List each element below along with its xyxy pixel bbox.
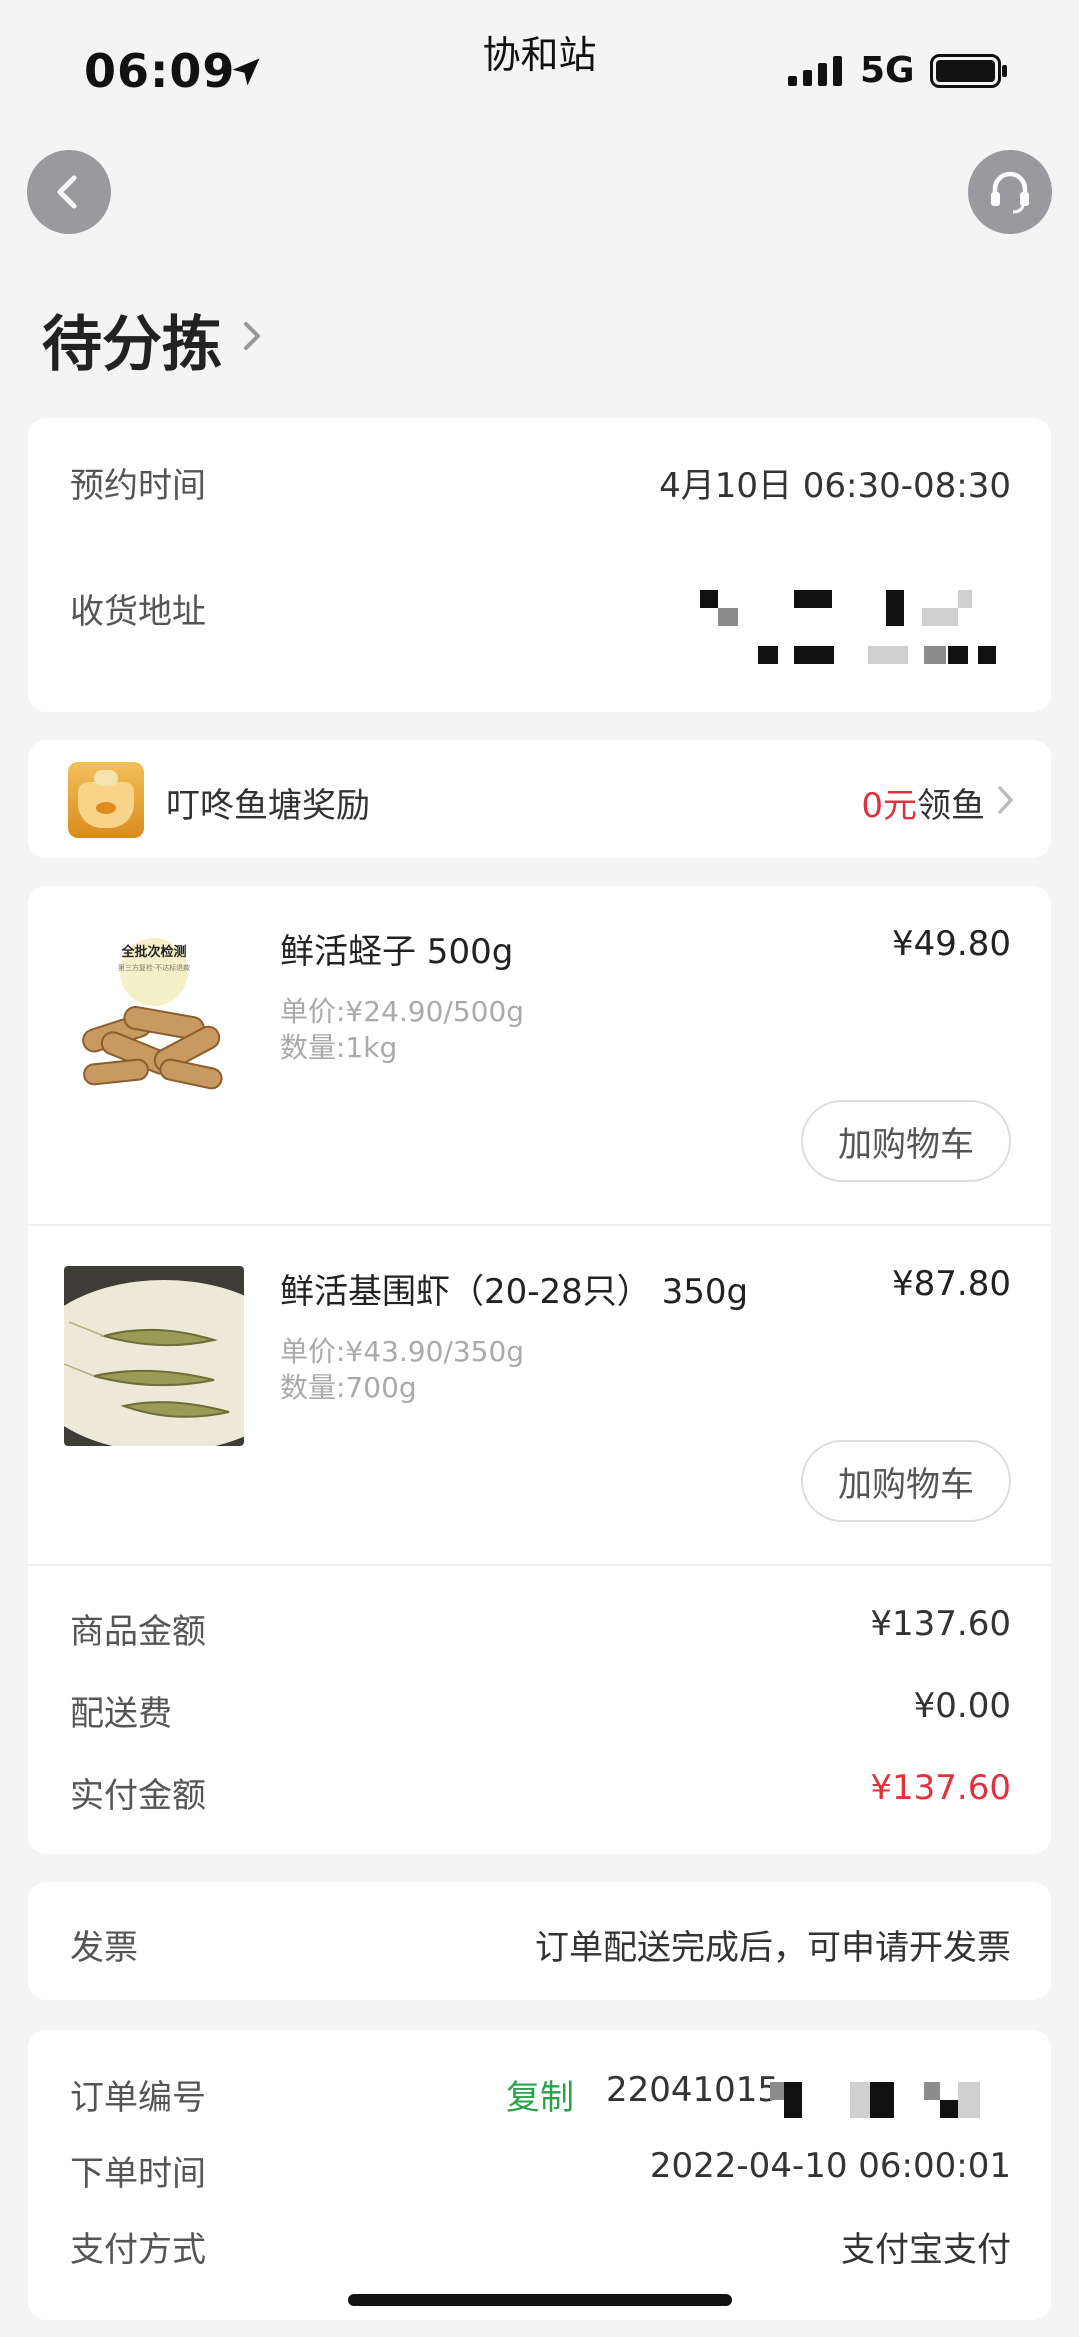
reward-action-label: 领鱼 <box>917 786 985 826</box>
divider <box>28 1564 1051 1566</box>
delivery-time-value: 4月10日 06:30-08:30 <box>659 466 1011 506</box>
product-price: ¥87.80 <box>892 1264 1011 1304</box>
product-unit-price: 单价:¥24.90/500g <box>280 995 525 1028</box>
order-number-label: 订单编号 <box>70 2078 206 2118</box>
copy-button[interactable]: 复制 <box>506 2070 574 2119</box>
paid-amount-label: 实付金额 <box>70 1776 206 1816</box>
reward-action[interactable]: 0元领鱼 <box>861 778 985 827</box>
product-quantity: 数量:1kg <box>280 1031 398 1064</box>
back-button[interactable] <box>27 150 111 234</box>
shipping-fee-value: ¥0.00 <box>913 1686 1011 1726</box>
product-name[interactable]: 鲜活蛏子 500g <box>280 924 513 973</box>
fish-pond-reward-icon <box>68 762 144 838</box>
product-item: 全批次检测 第三方复检·不达标退款 鲜活蛏子 500g ¥49.80 单价:¥2… <box>28 886 1051 1224</box>
chevron-right-icon[interactable] <box>240 316 264 356</box>
product-name[interactable]: 鲜活基围虾（20-28只） 350g <box>280 1264 748 1313</box>
image-caption: 全批次检测 <box>120 944 186 960</box>
product-item: 鲜活基围虾（20-28只） 350g ¥87.80 单价:¥43.90/350g… <box>28 1226 1051 1564</box>
image-subcaption: 第三方复检·不达标退款 <box>118 963 190 972</box>
station-name: 协和站 <box>482 33 597 77</box>
add-to-cart-button[interactable]: 加购物车 <box>801 1100 1011 1182</box>
chevron-right-icon <box>998 786 1013 814</box>
product-image[interactable] <box>64 1266 244 1446</box>
order-info-card: 订单编号 复制 22041015 下单时间 2022-04-10 06:00:0… <box>28 2030 1051 2320</box>
reward-card[interactable]: 叮咚鱼塘奖励 0元领鱼 <box>28 740 1051 858</box>
battery-icon <box>930 54 1007 88</box>
status-bar: 06:09 协和站 5G <box>0 0 1079 120</box>
page-title[interactable]: 待分拣 <box>42 296 222 383</box>
headset-icon <box>991 171 1029 214</box>
product-quantity: 数量:700g <box>280 1371 417 1404</box>
delivery-card: 预约时间 4月10日 06:30-08:30 收货地址 <box>28 418 1051 712</box>
reward-amount: 0元 <box>861 786 917 826</box>
home-indicator[interactable] <box>348 2294 732 2306</box>
goods-amount-value: ¥137.60 <box>870 1604 1011 1644</box>
address-label: 收货地址 <box>70 592 206 632</box>
back-arrow-icon <box>57 175 77 209</box>
shipping-fee-label: 配送费 <box>70 1694 172 1734</box>
network-type: 5G <box>860 50 915 91</box>
delivery-time-label: 预约时间 <box>70 466 206 506</box>
signal-icon <box>788 56 842 86</box>
payment-method-label: 支付方式 <box>70 2230 206 2270</box>
order-items-card: 全批次检测 第三方复检·不达标退款 鲜活蛏子 500g ¥49.80 单价:¥2… <box>28 886 1051 1854</box>
order-number-value: 22041015 <box>606 2070 780 2110</box>
razor-clam-image: 全批次检测 第三方复检·不达标退款 <box>82 938 223 1090</box>
reward-label: 叮咚鱼塘奖励 <box>166 786 370 826</box>
product-unit-price: 单价:¥43.90/350g <box>280 1335 525 1368</box>
goods-amount-label: 商品金额 <box>70 1612 206 1652</box>
customer-service-button[interactable] <box>968 150 1052 234</box>
paid-amount-value: ¥137.60 <box>870 1768 1011 1808</box>
product-price: ¥49.80 <box>892 924 1011 964</box>
product-image[interactable]: 全批次检测 第三方复检·不达标退款 <box>64 926 244 1106</box>
order-time-value: 2022-04-10 06:00:01 <box>649 2146 1011 2186</box>
add-to-cart-button[interactable]: 加购物车 <box>801 1440 1011 1522</box>
invoice-card[interactable]: 发票 订单配送完成后，可申请开发票 <box>28 1882 1051 2000</box>
order-time-label: 下单时间 <box>70 2154 206 2194</box>
invoice-value: 订单配送完成后，可申请开发票 <box>535 1928 1011 1968</box>
shrimp-image <box>64 1280 244 1446</box>
payment-method-value: 支付宝支付 <box>841 2230 1011 2270</box>
invoice-label: 发票 <box>70 1928 138 1968</box>
